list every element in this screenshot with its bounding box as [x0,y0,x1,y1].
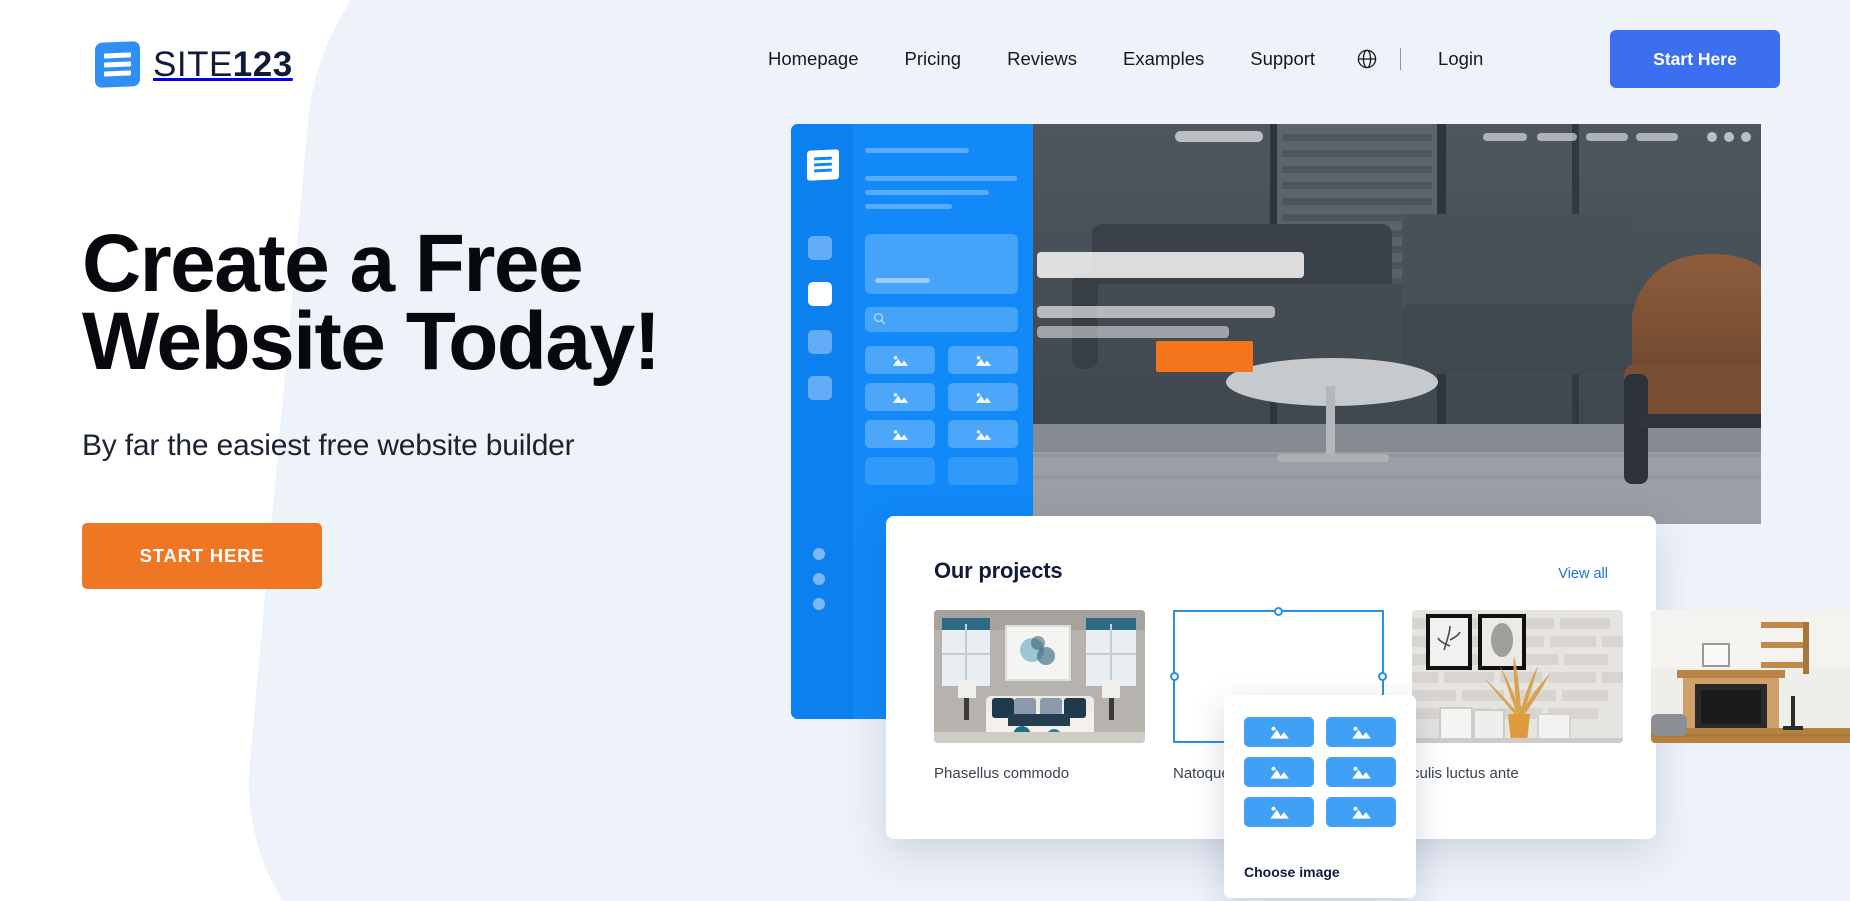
image-placeholder-icon[interactable] [1326,797,1396,827]
header-divider [1400,48,1402,70]
image-placeholder-icon[interactable] [1244,717,1314,747]
document-lines-icon [807,149,839,181]
project-thumbnail-fireplace-room[interactable] [1651,610,1850,743]
globe-icon[interactable] [1356,48,1378,70]
mockup-hero-heading-placeholder [1037,252,1304,278]
mockup-rail-dot [813,573,825,585]
project-thumbnail-living-room[interactable] [934,610,1145,743]
site-logo[interactable]: SITE123 [95,41,293,88]
mockup-topbar-dot [1724,132,1734,142]
mockup-panel-bar [865,148,969,153]
image-placeholder-icon[interactable] [948,383,1018,411]
mockup-topbar-nav-pill [1483,133,1527,141]
hero-section: Create a Free Website Today! By far the … [82,223,661,589]
builder-mockup [791,124,1761,719]
mockup-rail-item[interactable] [808,330,832,354]
image-placeholder-icon[interactable] [1326,757,1396,787]
mockup-rail-item[interactable] [808,236,832,260]
choose-image-popup: Choose image [1224,695,1416,898]
view-all-link[interactable]: View all [1558,566,1608,582]
mockup-panel-card [865,234,1018,294]
site-header: SITE123 Homepage Pricing Reviews Example… [0,0,1850,118]
logo-text: SITE123 [153,45,293,85]
mockup-panel-bar [865,190,989,195]
project-thumbnail-brick-wall[interactable] [1412,610,1623,743]
image-placeholder-icon[interactable] [948,420,1018,448]
hero-title-line-2: Website Today! [82,295,661,387]
project-item[interactable]: Phasellus commodo [934,610,1145,782]
page-title: Create a Free Website Today! [82,223,661,383]
nav-item-reviews[interactable]: Reviews [984,48,1100,70]
selection-handle-left[interactable] [1170,671,1179,681]
projects-title: Our projects [934,558,1063,583]
image-placeholder-icon[interactable] [865,346,935,374]
selection-handle-right[interactable] [1378,671,1387,681]
mockup-hero-text-placeholder [1037,306,1275,318]
hero-subtitle: By far the easiest free website builder [82,428,575,462]
image-placeholder-icon[interactable] [948,346,1018,374]
mockup-panel-bar [865,204,952,209]
mockup-rail-dot [813,548,825,560]
login-link[interactable]: Login [1415,48,1506,70]
mockup-topbar-nav-pill [1586,133,1628,141]
mockup-topbar-nav-pill [1636,133,1678,141]
logo-text-bold: 123 [232,44,293,84]
nav-item-support[interactable]: Support [1227,48,1338,70]
primary-navigation: Homepage Pricing Reviews Examples Suppor… [745,0,1506,118]
image-placeholder-icon[interactable] [1244,797,1314,827]
project-item[interactable]: culis luctus ante [1412,610,1623,782]
image-placeholder-icon[interactable] [865,420,935,448]
mockup-topbar-dot [1741,132,1751,142]
selection-handle-top[interactable] [1273,607,1283,616]
mockup-rail-item[interactable] [808,376,832,400]
mockup-sidebar-rail [791,124,853,719]
nav-item-examples[interactable]: Examples [1100,48,1227,70]
image-placeholder-icon[interactable] [865,383,935,411]
landing-page: SITE123 Homepage Pricing Reviews Example… [0,0,1850,901]
project-item[interactable] [1651,610,1850,782]
mockup-search-input[interactable] [865,307,1018,332]
search-icon [874,313,886,325]
document-lines-icon [95,41,140,88]
mockup-hero-photo [1032,124,1761,524]
image-placeholder-icon[interactable] [1244,757,1314,787]
mockup-topbar-dot [1707,132,1717,142]
logo-text-light: SITE [153,44,233,84]
mockup-topbar-nav-pill [1537,133,1577,141]
image-placeholder-icon[interactable] [948,457,1018,485]
mockup-panel-bar [865,176,1017,181]
mockup-rail-dot [813,598,825,610]
mockup-hero-text-placeholder [1037,326,1229,338]
projects-card-header: Our projects View all [934,558,1608,584]
choose-image-label: Choose image [1244,864,1340,880]
project-caption: culis luctus ante [1412,765,1519,782]
nav-item-homepage[interactable]: Homepage [745,48,882,70]
nav-item-pricing[interactable]: Pricing [882,48,985,70]
image-placeholder-icon[interactable] [1326,717,1396,747]
mockup-hero-cta-placeholder [1156,341,1253,372]
mockup-topbar-logo-placeholder [1175,131,1263,142]
hero-start-here-button[interactable]: START HERE [82,522,322,589]
choose-image-grid [1244,717,1396,827]
mockup-rail-item-active[interactable] [808,282,832,306]
start-here-button[interactable]: Start Here [1610,30,1780,88]
image-placeholder-icon[interactable] [865,457,935,485]
project-caption: Phasellus commodo [934,765,1070,782]
